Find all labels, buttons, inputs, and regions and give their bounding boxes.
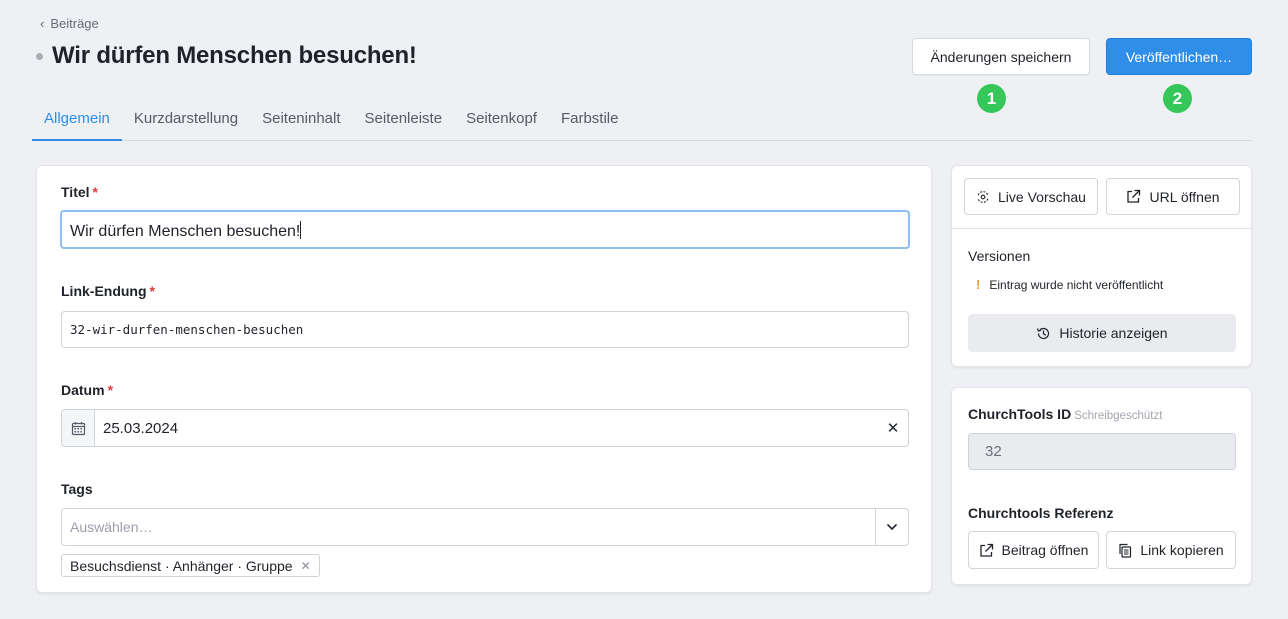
external-link-icon: [1126, 189, 1141, 204]
churchtools-id-field: 32: [968, 433, 1236, 470]
required-marker: *: [107, 382, 114, 398]
page-header: Wir dürfen Menschen besuchen!: [36, 42, 417, 70]
preview-versions-card: Live Vorschau URL öffnen Versionen ! Ein…: [951, 165, 1252, 367]
versions-heading: Versionen: [968, 248, 1031, 264]
required-marker: *: [149, 283, 155, 299]
open-url-button[interactable]: URL öffnen: [1106, 178, 1240, 215]
tags-select[interactable]: Auswählen…: [61, 508, 909, 546]
tab-seitenleiste[interactable]: Seitenleiste: [353, 100, 455, 141]
show-history-label: Historie anzeigen: [1059, 325, 1168, 341]
status-dot-icon: [36, 52, 43, 60]
history-icon: [1036, 326, 1051, 341]
page-title: Wir dürfen Menschen besuchen!: [52, 42, 417, 69]
date-label-text: Datum: [61, 382, 105, 398]
date-value: 25.03.2024: [103, 420, 179, 437]
open-post-button[interactable]: Beitrag öffnen: [968, 531, 1099, 569]
tags-field-label: Tags: [61, 481, 93, 497]
external-link-icon: [979, 543, 994, 558]
breadcrumb-label: Beiträge: [50, 16, 99, 31]
churchtools-id-label-text: ChurchTools ID: [968, 406, 1072, 422]
readonly-note: Schreibgeschützt: [1074, 410, 1163, 422]
tab-bar: Allgemein Kurzdarstellung Seiteninhalt S…: [32, 100, 1252, 141]
copy-icon: [1118, 543, 1132, 558]
remove-tag-icon[interactable]: ✕: [301, 559, 311, 573]
publish-button[interactable]: Veröffentlichen…: [1106, 38, 1252, 75]
open-post-label: Beitrag öffnen: [1001, 542, 1089, 558]
live-preview-button[interactable]: Live Vorschau: [964, 178, 1098, 215]
title-input[interactable]: Wir dürfen Menschen besuchen!: [60, 210, 910, 249]
warning-icon: !: [976, 277, 981, 292]
tab-allgemein[interactable]: Allgemein: [32, 100, 122, 141]
save-changes-button[interactable]: Änderungen speichern: [912, 38, 1090, 75]
chevron-down-icon[interactable]: [875, 509, 908, 545]
text-cursor: [300, 221, 302, 239]
tab-seitenkopf[interactable]: Seitenkopf: [454, 100, 549, 141]
date-input[interactable]: 25.03.2024 ✕: [61, 409, 909, 447]
title-input-value: Wir dürfen Menschen besuchen!: [70, 223, 301, 240]
show-history-button[interactable]: Historie anzeigen: [968, 314, 1236, 352]
version-warning: ! Eintrag wurde nicht veröffentlicht: [976, 277, 1163, 292]
general-form-card: Titel * Wir dürfen Menschen besuchen! Lin…: [36, 165, 932, 593]
tab-farbstile[interactable]: Farbstile: [549, 100, 631, 141]
tags-select-placeholder: Auswählen…: [70, 519, 153, 535]
open-url-label: URL öffnen: [1149, 188, 1220, 205]
churchtools-id-label: ChurchTools ID Schreibgeschützt: [968, 406, 1162, 422]
copy-link-button[interactable]: Link kopieren: [1106, 531, 1236, 569]
calendar-icon[interactable]: [62, 410, 95, 446]
tab-seiteninhalt[interactable]: Seiteninhalt: [250, 100, 352, 141]
tab-kurzdarstellung[interactable]: Kurzdarstellung: [122, 100, 250, 141]
preview-icon: [976, 190, 990, 204]
required-marker: *: [92, 184, 98, 200]
breadcrumb-back-link[interactable]: ‹ Beiträge: [40, 16, 99, 31]
date-field-label: Datum *: [61, 382, 113, 398]
tag-chip: Besuchsdienst · Anhänger · Gruppe ✕: [61, 554, 320, 577]
churchtools-reference-heading: Churchtools Referenz: [968, 505, 1114, 521]
copy-link-label: Link kopieren: [1140, 542, 1224, 558]
chevron-left-icon: ‹: [40, 16, 45, 31]
divider: [952, 228, 1251, 229]
tag-chip-label: Besuchsdienst · Anhänger · Gruppe: [70, 557, 293, 574]
live-preview-label: Live Vorschau: [998, 188, 1086, 205]
link-slug-input[interactable]: 32-wir-durfen-menschen-besuchen: [61, 311, 909, 348]
clear-date-icon[interactable]: ✕: [878, 410, 908, 446]
churchtools-card: ChurchTools ID Schreibgeschützt 32 Church…: [951, 387, 1252, 585]
link-label-text: Link-Endung: [61, 283, 147, 299]
link-field-label: Link-Endung *: [61, 283, 155, 299]
title-label-text: Titel: [61, 184, 90, 200]
title-field-label: Titel *: [61, 184, 98, 200]
version-warning-text: Eintrag wurde nicht veröffentlicht: [989, 277, 1164, 292]
